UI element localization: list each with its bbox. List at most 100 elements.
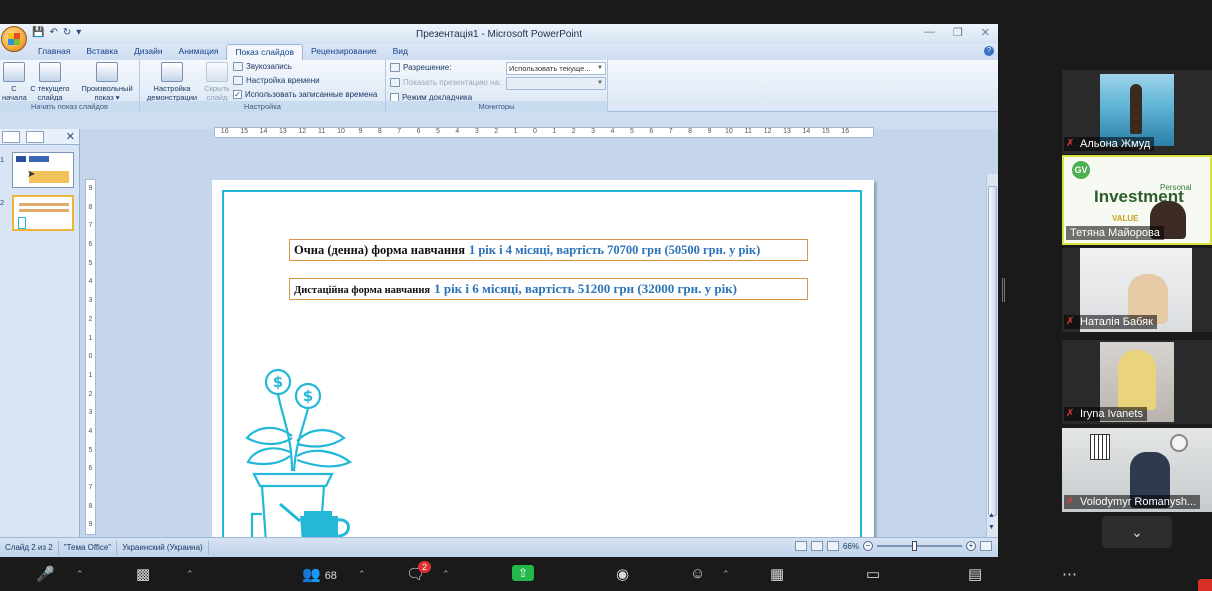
sorter-view-icon[interactable] [810, 541, 823, 551]
notes-icon[interactable]: ▤ [968, 565, 982, 583]
ruler-tick: 7 [88, 222, 93, 230]
money-plant-icon: $ $ [242, 368, 353, 542]
chevron-down-icon: ▼ [597, 80, 603, 86]
undo-icon[interactable]: ↶ [49, 27, 57, 38]
distance-textbox[interactable]: Дистаційна форма навчання 1 рік і 6 міся… [289, 278, 808, 300]
ruler-tick: 9 [88, 185, 93, 192]
zoom-in-icon[interactable]: + [966, 541, 976, 551]
panel-resize-handle[interactable] [1002, 278, 1005, 302]
reading-view-icon[interactable] [826, 541, 839, 551]
custom-show-button[interactable]: Произвольный показ ▾ [76, 62, 138, 102]
ruler-tick: 8 [88, 502, 93, 510]
language-info[interactable]: Украинский (Украина) [117, 540, 209, 555]
participants-icon[interactable]: 👥 68 [302, 565, 337, 583]
vertical-scrollbar[interactable]: ▲ ▼ [986, 174, 998, 537]
clock-icon [1170, 434, 1188, 452]
ruler-tick: 13 [278, 128, 287, 135]
full-time-textbox[interactable]: Очна (денна) форма навчання 1 рік і 4 мі… [289, 239, 808, 261]
resolution-select[interactable]: Использовать текуще... ▼ [506, 62, 606, 75]
tab-animation[interactable]: Анимация [171, 44, 227, 60]
ruler-tick: 5 [88, 446, 93, 454]
wordcloud-text: VALUE [1112, 214, 1139, 223]
ruler-tick: 15 [821, 128, 830, 135]
chevron-up-icon[interactable]: ⌃ [76, 569, 84, 580]
show-on-select[interactable]: ▼ [506, 77, 606, 90]
save-icon[interactable]: 💾 [32, 27, 44, 38]
hide-slide-button[interactable]: Скрыть слайд [201, 62, 233, 102]
group-label: Начать показ слайдов [0, 101, 139, 112]
ruler-tick: 10 [337, 128, 345, 135]
minimize-icon[interactable]: — [924, 26, 935, 39]
record-icon[interactable]: ◉ [616, 565, 629, 583]
help-icon[interactable]: ? [984, 46, 994, 56]
reactions-icon[interactable]: ☺ [690, 565, 705, 582]
slide-canvas[interactable]: Очна (денна) форма навчання 1 рік і 4 мі… [212, 180, 874, 552]
chevron-up-icon[interactable]: ⌃ [186, 569, 194, 580]
participant-tile-1[interactable]: ✗ Альона Жмуд [1062, 70, 1212, 154]
slide-number: 1 [0, 155, 5, 164]
microphone-icon[interactable]: 🎤 [36, 565, 55, 583]
zoom-slider-handle[interactable] [912, 541, 917, 551]
tab-design[interactable]: Дизайн [126, 44, 171, 60]
chevron-up-icon[interactable]: ⌃ [358, 569, 366, 580]
from-current-button[interactable]: С текущего слайда [28, 62, 72, 102]
apps-icon[interactable]: ▦ [770, 565, 784, 583]
more-icon[interactable]: ⋯ [1062, 565, 1077, 583]
participant-tile-2[interactable]: GV Investment Personal VALUE Тетяна Майо… [1062, 155, 1212, 245]
slide-thumbnail-1[interactable]: ➤ [12, 152, 74, 188]
use-timings-checkbox[interactable]: ✓ Использовать записанные времена [233, 90, 377, 99]
title-bar: 💾 ↶ ↻ ▾ Презентація1 - Microsoft PowerPo… [0, 24, 998, 52]
share-screen-icon[interactable]: ⇧ [512, 565, 534, 581]
resolution-label: Разрешение: [390, 63, 451, 72]
customize-qat-icon[interactable]: ▾ [76, 27, 81, 38]
redo-icon[interactable]: ↻ [63, 27, 71, 38]
slideshow-current-icon [39, 62, 61, 82]
close-icon[interactable]: ✕ [981, 26, 990, 39]
rehearse-timings-button[interactable]: Настройка времени [233, 76, 320, 85]
fit-window-icon[interactable] [980, 541, 992, 551]
tab-insert[interactable]: Вставка [78, 44, 126, 60]
zoom-level[interactable]: 66% [843, 542, 859, 551]
wordcloud-text: Personal [1160, 183, 1192, 192]
chevron-down-icon[interactable]: ⌄ [1102, 516, 1172, 548]
setup-show-icon [161, 62, 183, 82]
normal-view-icon[interactable] [794, 541, 807, 551]
scroll-down-icon[interactable]: ▼ [988, 524, 995, 531]
office-button[interactable] [1, 26, 27, 52]
zoom-controls: 66% − + [794, 541, 992, 551]
end-meeting-button[interactable] [1198, 579, 1212, 591]
restore-icon[interactable]: ❐ [953, 26, 963, 39]
ruler-tick: 3 [88, 297, 93, 305]
outline-tab[interactable] [26, 130, 44, 143]
participant-tile-5[interactable]: ✗ Volodymyr Romanysh... [1062, 428, 1212, 512]
tab-review[interactable]: Рецензирование [303, 44, 385, 60]
monitor-icon [390, 63, 400, 72]
slide-thumbnail-2[interactable] [12, 195, 74, 231]
muted-mic-icon: ✗ [1066, 138, 1075, 149]
tab-view[interactable]: Вид [385, 44, 416, 60]
tab-home[interactable]: Главная [30, 44, 78, 60]
zoom-slider[interactable] [877, 541, 962, 551]
ruler-tick: 11 [744, 128, 752, 135]
chevron-up-icon[interactable]: ⌃ [722, 569, 730, 580]
from-beginning-button[interactable]: С начала [2, 62, 27, 102]
scroll-up-icon[interactable]: ▲ [988, 512, 995, 519]
ruler-tick: 3 [591, 128, 596, 135]
chevron-up-icon[interactable]: ⌃ [442, 569, 450, 580]
person-figure [1118, 350, 1156, 410]
group-start-slideshow: С начала С текущего слайда Произвольный … [0, 60, 140, 112]
logo-icon: GV [1072, 161, 1090, 179]
scroll-thumb[interactable] [988, 186, 997, 516]
participant-tile-3[interactable]: ✗ Наталія Бабяк [1062, 248, 1212, 332]
chat-icon[interactable]: 🗨 2 [406, 561, 432, 583]
participant-tile-4[interactable]: ✗ Iryna Ivanets [1062, 340, 1212, 424]
logo-icon [29, 156, 49, 162]
record-narration-button[interactable]: Звукозапись [233, 62, 292, 71]
tab-slide-show[interactable]: Показ слайдов [226, 44, 303, 60]
whiteboard-icon[interactable]: ▭ [866, 565, 880, 583]
slides-tab[interactable] [2, 130, 20, 143]
setup-show-button[interactable]: Настройка демонстрации [143, 62, 201, 102]
close-icon[interactable]: ✕ [66, 130, 75, 143]
zoom-out-icon[interactable]: − [863, 541, 873, 551]
video-camera-icon[interactable]: ▩ [136, 565, 150, 583]
